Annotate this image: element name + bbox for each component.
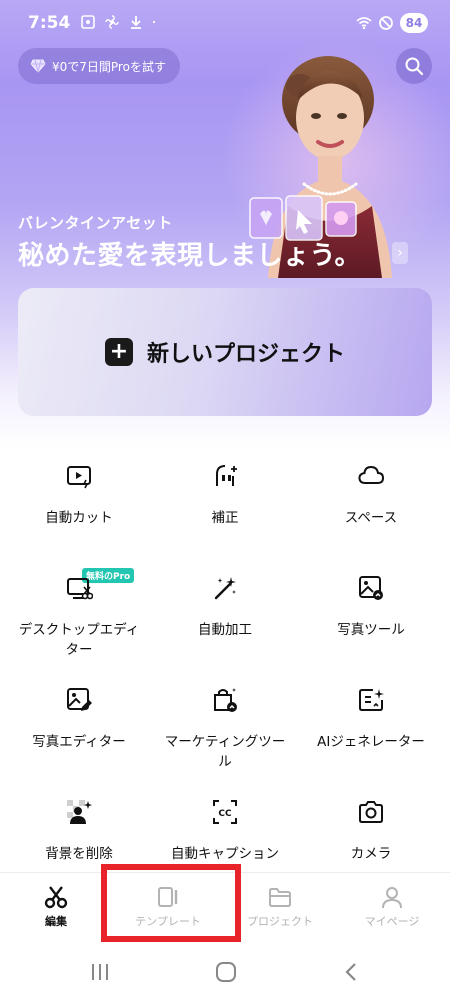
retouch-face-icon	[216, 465, 237, 486]
photo-edit-icon	[67, 688, 92, 711]
plus-icon: +	[104, 338, 133, 366]
fan-icon	[105, 15, 119, 29]
back-icon[interactable]	[340, 960, 364, 984]
do-not-disturb-icon	[379, 16, 393, 30]
marketing-bag-icon	[214, 688, 237, 712]
captions-icon: CC	[213, 800, 237, 824]
tool-label: 写真ツール	[337, 622, 405, 638]
nav-label: プロジェクト	[247, 915, 313, 928]
scissors-icon	[44, 886, 68, 909]
nav-label: テンプレート	[135, 915, 201, 928]
hero-next-arrow[interactable]: ›	[392, 242, 408, 264]
status-icons	[80, 14, 160, 30]
tool-label: 自動加工	[198, 622, 252, 638]
person-icon	[382, 887, 402, 909]
nav-my-page[interactable]: マイページ	[336, 873, 448, 945]
nav-label: マイページ	[364, 915, 420, 928]
nav-label: 編集	[45, 915, 67, 928]
tool-ai-generator[interactable]: AIジェネレーター	[296, 686, 446, 796]
tool-label: マーケティングツール	[164, 734, 286, 770]
tool-auto-cut[interactable]: 自動カット	[4, 462, 154, 572]
tool-space[interactable]: スペース	[296, 462, 446, 572]
tool-retouch[interactable]: 補正	[150, 462, 300, 572]
tool-label: 背景を削除	[45, 846, 113, 862]
tool-label: デスクトップエディター	[18, 622, 140, 658]
tool-label: 写真エディター	[32, 734, 126, 750]
photo-tool-icon	[359, 576, 383, 600]
status-right: 84	[356, 13, 428, 33]
template-icon	[158, 887, 178, 907]
tool-marketing[interactable]: マーケティングツール	[150, 686, 300, 796]
dot-icon	[152, 20, 156, 24]
hero-subtitle: バレンタインアセット	[18, 214, 173, 232]
screenshot-icon	[81, 15, 95, 29]
wifi-icon	[356, 17, 372, 30]
tool-label: カメラ	[350, 846, 392, 862]
svg-text:CC: CC	[218, 809, 232, 819]
tool-desktop-editor[interactable]: 無料のPro デスクトップエディター	[4, 568, 154, 684]
nav-edit[interactable]: 編集	[0, 873, 112, 945]
diamond-icon	[30, 59, 46, 73]
nav-projects[interactable]: プロジェクト	[224, 873, 336, 945]
pro-trial-button[interactable]: ¥0で7日間Proを試す	[18, 48, 180, 84]
camera-icon	[359, 801, 383, 823]
tool-label: 補正	[211, 510, 239, 526]
nav-template[interactable]: テンプレート	[112, 873, 224, 945]
pro-trial-label: ¥0で7日間Proを試す	[52, 59, 166, 74]
tool-auto-edit[interactable]: 自動加工	[150, 574, 300, 684]
video-auto-icon	[67, 466, 91, 489]
battery-badge: 84	[400, 13, 428, 33]
tool-label: スペース	[344, 510, 398, 526]
hero-banner[interactable]: 7:54 84 ¥0で7日間Proを試す バレンタインアセット 秘めた愛を表現し…	[0, 0, 450, 450]
new-project-button[interactable]: + 新しいプロジェクト	[18, 288, 432, 416]
system-navigation-bar	[0, 944, 450, 1000]
desktop-scissors-icon	[67, 578, 93, 600]
status-time: 7:54	[28, 13, 71, 33]
hero-title: 秘めた愛を表現しましょう。	[18, 241, 361, 271]
download-icon	[131, 16, 141, 29]
tool-label: 自動キャプション	[171, 846, 279, 862]
tool-label: 自動カット	[45, 510, 113, 526]
cloud-icon	[358, 465, 385, 484]
tool-label: AIジェネレーター	[317, 734, 425, 750]
bottom-nav: 編集 テンプレート プロジェクト マイページ	[0, 872, 450, 944]
magic-wand-icon	[214, 577, 236, 600]
tool-photo-tools[interactable]: 写真ツール	[296, 574, 446, 684]
recent-apps-icon[interactable]	[88, 960, 112, 984]
folder-icon	[269, 888, 291, 907]
remove-background-icon	[67, 800, 92, 824]
new-project-label: 新しいプロジェクト	[146, 342, 345, 367]
ai-generator-icon	[359, 689, 384, 711]
home-icon[interactable]	[214, 960, 238, 984]
tool-photo-editor[interactable]: 写真エディター	[4, 686, 154, 796]
